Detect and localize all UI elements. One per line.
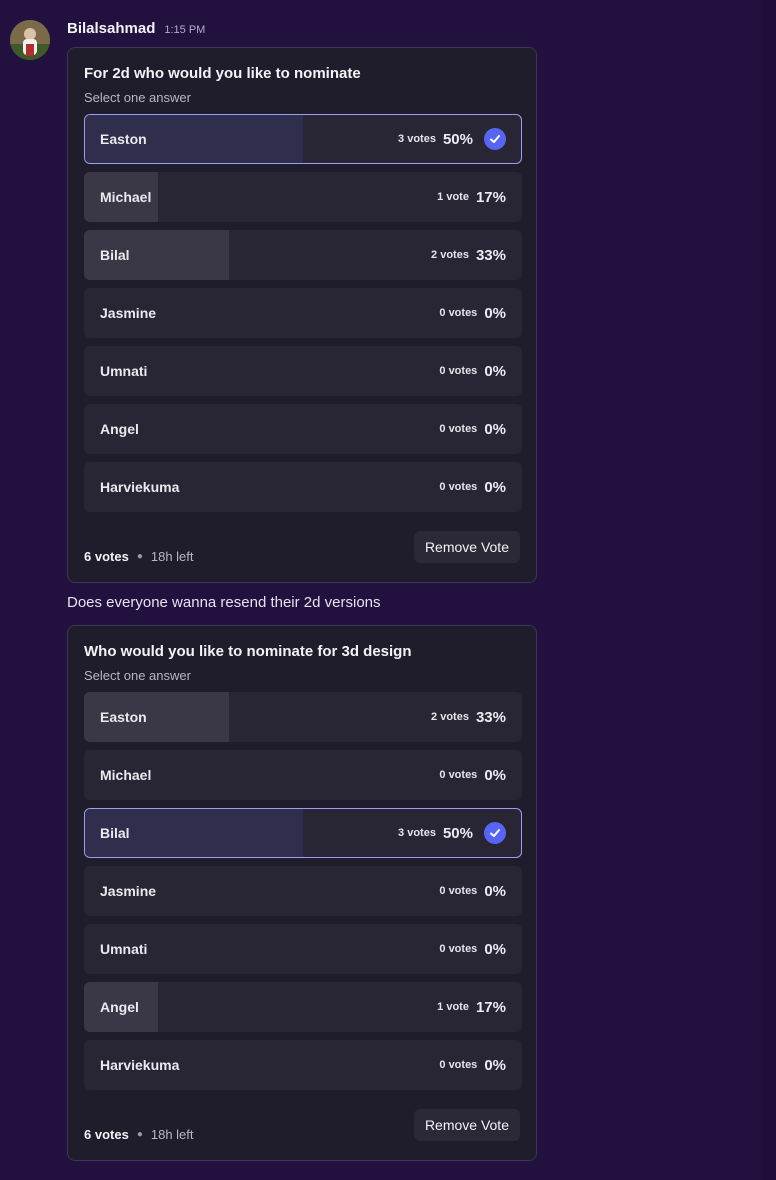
vote-count: 0 votes	[439, 307, 478, 319]
poll-option-bilal[interactable]: Bilal 2 votes 33%	[84, 230, 522, 280]
option-label: Harviekuma	[100, 479, 180, 495]
vote-percent: 50%	[442, 130, 473, 148]
option-label: Umnati	[100, 363, 148, 379]
vote-count: 0 votes	[439, 885, 478, 897]
option-stats: 0 votes 0%	[439, 924, 506, 974]
poll-option-harviekuma[interactable]: Harviekuma 0 votes 0%	[84, 1040, 522, 1090]
poll-footer: 6 votes ● 18h left	[84, 1127, 194, 1142]
time-left: 18h left	[150, 1127, 194, 1142]
vote-count: 0 votes	[439, 1059, 478, 1071]
vote-percent: 17%	[475, 998, 506, 1016]
vote-count: 2 votes	[431, 711, 469, 723]
vote-count: 2 votes	[431, 249, 469, 261]
poll-subtitle: Select one answer	[84, 90, 191, 105]
remove-vote-button[interactable]: Remove Vote	[413, 1109, 520, 1141]
option-stats: 1 vote 17%	[437, 982, 506, 1032]
option-label: Umnati	[100, 941, 148, 957]
vote-percent: 0%	[484, 478, 506, 496]
poll-option-umnati[interactable]: Umnati 0 votes 0%	[84, 346, 522, 396]
option-label: Angel	[100, 999, 139, 1015]
option-label: Bilal	[100, 247, 130, 263]
username[interactable]: Bilalsahmad	[67, 20, 155, 37]
poll-footer: 6 votes ● 18h left	[84, 549, 194, 564]
option-label: Jasmine	[100, 883, 157, 899]
option-label: Harviekuma	[100, 1057, 180, 1073]
poll-option-michael[interactable]: Michael 1 vote 17%	[84, 172, 522, 222]
scroll-edge	[762, 0, 776, 1180]
option-stats: 1 vote 17%	[437, 172, 506, 222]
vote-percent: 33%	[475, 246, 506, 264]
option-stats: 0 votes 0%	[439, 288, 506, 338]
vote-count: 3 votes	[398, 133, 436, 145]
vote-count: 1 vote	[437, 1001, 469, 1013]
vote-percent: 0%	[484, 882, 506, 900]
vote-count: 1 vote	[437, 191, 469, 203]
remove-vote-button[interactable]: Remove Vote	[413, 531, 520, 563]
option-label: Easton	[100, 709, 147, 725]
poll-option-michael[interactable]: Michael 0 votes 0%	[84, 750, 522, 800]
vote-count: 0 votes	[439, 481, 478, 493]
poll-option-jasmine[interactable]: Jasmine 0 votes 0%	[84, 288, 522, 338]
poll-option-harviekuma[interactable]: Harviekuma 0 votes 0%	[84, 462, 522, 512]
poll-subtitle: Select one answer	[84, 668, 191, 683]
poll-option-easton[interactable]: Easton 2 votes 33%	[84, 692, 522, 742]
poll-option-angel[interactable]: Angel 1 vote 17%	[84, 982, 522, 1032]
checkmark-icon	[484, 822, 506, 844]
separator-dot: ●	[136, 551, 143, 562]
vote-percent: 0%	[484, 304, 506, 322]
option-label: Bilal	[100, 825, 130, 841]
vote-percent: 17%	[475, 188, 506, 206]
option-label: Michael	[100, 189, 152, 205]
option-label: Jasmine	[100, 305, 157, 321]
vote-percent: 33%	[475, 708, 506, 726]
vote-count: 0 votes	[439, 423, 478, 435]
message-text: Does everyone wanna resend their 2d vers…	[67, 594, 381, 611]
total-votes[interactable]: 6 votes	[84, 1127, 129, 1142]
vote-percent: 0%	[484, 1056, 506, 1074]
option-stats: 2 votes 33%	[431, 230, 506, 280]
option-stats: 3 votes 50%	[398, 115, 506, 163]
option-stats: 0 votes 0%	[439, 750, 506, 800]
option-label: Michael	[100, 767, 152, 783]
poll-card: For 2d who would you like to nominate Se…	[67, 47, 537, 583]
option-stats: 0 votes 0%	[439, 462, 506, 512]
vote-percent: 0%	[484, 420, 506, 438]
poll-option-easton[interactable]: Easton 3 votes 50%	[84, 114, 522, 164]
total-votes[interactable]: 6 votes	[84, 549, 129, 564]
option-stats: 0 votes 0%	[439, 404, 506, 454]
option-label: Easton	[100, 131, 147, 147]
vote-percent: 50%	[442, 824, 473, 842]
avatar[interactable]	[10, 20, 50, 60]
option-stats: 2 votes 33%	[431, 692, 506, 742]
option-stats: 0 votes 0%	[439, 1040, 506, 1090]
separator-dot: ●	[136, 1129, 143, 1140]
option-stats: 3 votes 50%	[398, 809, 506, 857]
message-header: Bilalsahmad 1:15 PM	[67, 20, 205, 40]
poll-card: Who would you like to nominate for 3d de…	[67, 625, 537, 1161]
vote-percent: 0%	[484, 362, 506, 380]
poll-question: For 2d who would you like to nominate	[84, 65, 361, 82]
poll-option-angel[interactable]: Angel 0 votes 0%	[84, 404, 522, 454]
poll-option-bilal[interactable]: Bilal 3 votes 50%	[84, 808, 522, 858]
option-stats: 0 votes 0%	[439, 866, 506, 916]
vote-count: 0 votes	[439, 943, 478, 955]
checkmark-icon	[484, 128, 506, 150]
poll-option-umnati[interactable]: Umnati 0 votes 0%	[84, 924, 522, 974]
timestamp: 1:15 PM	[164, 24, 206, 36]
time-left: 18h left	[150, 549, 194, 564]
poll-option-jasmine[interactable]: Jasmine 0 votes 0%	[84, 866, 522, 916]
vote-count: 3 votes	[398, 827, 436, 839]
vote-count: 0 votes	[439, 769, 478, 781]
vote-percent: 0%	[484, 766, 506, 784]
option-label: Angel	[100, 421, 139, 437]
vote-percent: 0%	[484, 940, 506, 958]
poll-question: Who would you like to nominate for 3d de…	[84, 643, 412, 660]
vote-count: 0 votes	[439, 365, 478, 377]
option-stats: 0 votes 0%	[439, 346, 506, 396]
